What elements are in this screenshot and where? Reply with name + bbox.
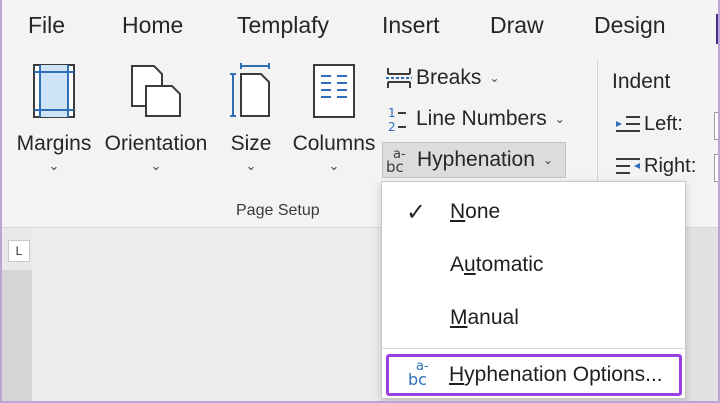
breaks-button[interactable]: Breaks ⌄ (382, 60, 499, 96)
indent-right-input[interactable] (714, 154, 718, 182)
svg-text:1: 1 (388, 106, 396, 120)
indent-left-label: Left: (644, 112, 683, 135)
checkmark-icon: ✓ (405, 198, 427, 226)
svg-text:bc: bc (408, 370, 427, 388)
breaks-label: Breaks (416, 66, 482, 89)
menu-item-manual-label: Manual (450, 306, 519, 329)
ribbon-tabs: File Home Templafy Insert Draw Design (2, 0, 718, 54)
vertical-ruler (2, 270, 32, 401)
hyphenation-button[interactable]: a- bc Hyphenation ⌄ (382, 142, 566, 178)
hyphenation-label: Hyphenation (417, 148, 535, 171)
chevron-down-icon: ⌄ (554, 112, 565, 126)
orientation-button[interactable]: Orientation ⌄ (100, 62, 212, 174)
chevron-down-icon: ⌄ (489, 71, 500, 85)
columns-label: Columns (292, 132, 376, 155)
columns-icon (313, 64, 355, 118)
hyphenation-menu: ✓ None Automatic Manual a- bc Hyphenatio… (381, 181, 686, 399)
tab-overflow-indicator (716, 14, 718, 44)
size-button[interactable]: Size ⌄ (220, 62, 282, 174)
chevron-down-icon: ⌄ (245, 158, 257, 173)
menu-item-hyphenation-options-label: Hyphenation Options... (449, 363, 663, 386)
indent-right-label: Right: (644, 154, 697, 177)
word-window: File Home Templafy Insert Draw Design Ma… (0, 0, 720, 403)
tab-insert[interactable]: Insert (382, 12, 440, 39)
orientation-label: Orientation (104, 132, 208, 155)
line-numbers-button[interactable]: 1 2 Line Numbers ⌄ (382, 101, 565, 137)
chevron-down-icon: ⌄ (328, 158, 340, 173)
indent-left-icon (616, 116, 640, 132)
size-label: Size (230, 132, 272, 155)
indent-left-input[interactable] (714, 112, 718, 140)
svg-text:bc: bc (386, 158, 404, 174)
menu-item-hyphenation-options[interactable]: a- bc Hyphenation Options... (386, 354, 682, 396)
margins-label: Margins (16, 132, 92, 155)
size-icon (230, 63, 270, 117)
indent-right-icon (616, 158, 640, 174)
tab-draw[interactable]: Draw (490, 12, 544, 39)
margins-button[interactable]: Margins ⌄ (12, 62, 96, 174)
chevron-down-icon: ⌄ (150, 158, 162, 173)
menu-item-automatic[interactable]: Automatic (382, 239, 685, 291)
menu-item-manual[interactable]: Manual (382, 292, 685, 344)
line-numbers-icon: 1 2 (388, 106, 406, 133)
margins-icon (33, 64, 75, 118)
hyphenation-icon: a- bc (386, 147, 406, 174)
tab-design[interactable]: Design (594, 12, 666, 39)
menu-divider (382, 348, 685, 349)
orientation-icon (131, 65, 181, 117)
hyphenation-options-icon: a- bc (389, 358, 449, 392)
menu-item-none-label: None (450, 200, 501, 223)
chevron-down-icon: ⌄ (542, 153, 553, 167)
menu-item-automatic-label: Automatic (450, 253, 544, 276)
line-numbers-label: Line Numbers (416, 107, 547, 130)
breaks-icon (386, 68, 412, 88)
tab-selector[interactable]: L (8, 240, 30, 262)
tab-templafy[interactable]: Templafy (237, 12, 329, 39)
indent-title: Indent (612, 70, 671, 93)
document-page[interactable] (32, 228, 382, 401)
tab-home[interactable]: Home (122, 12, 183, 39)
indent-right-row: Right: (614, 154, 696, 178)
document-margin-right (682, 228, 718, 401)
tab-file[interactable]: File (28, 12, 65, 39)
menu-item-none[interactable]: ✓ None (382, 186, 685, 238)
svg-text:2: 2 (388, 120, 396, 133)
indent-left-row: Left: (614, 112, 683, 136)
page-setup-group-label: Page Setup (236, 202, 320, 219)
columns-button[interactable]: Columns ⌄ (290, 62, 378, 174)
chevron-down-icon: ⌄ (48, 158, 60, 173)
